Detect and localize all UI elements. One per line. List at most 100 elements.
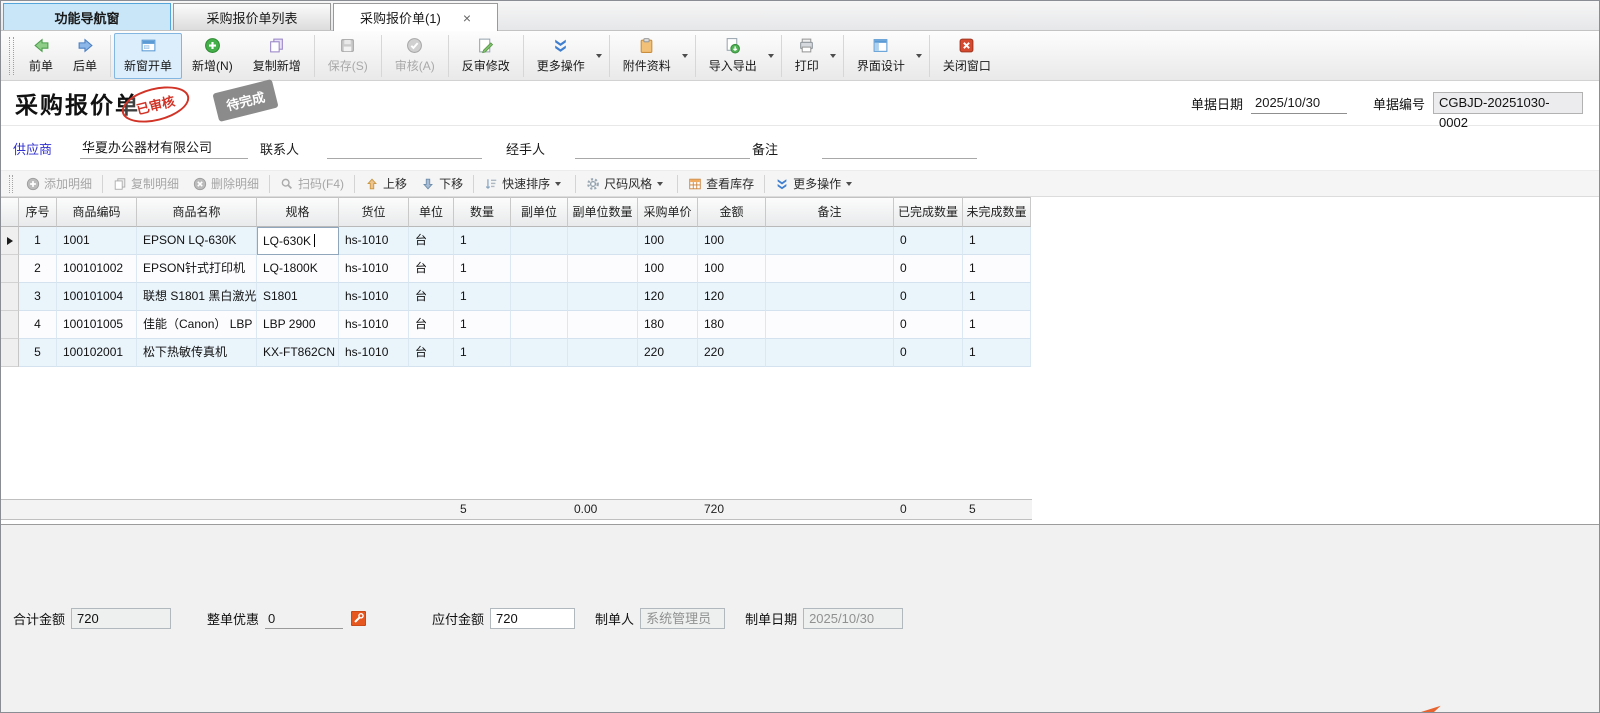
chevron-down-icon[interactable]: [682, 54, 688, 58]
delete-detail-button[interactable]: 删除明细: [186, 171, 266, 196]
column-header[interactable]: 货位: [339, 197, 409, 227]
import-export-button[interactable]: 导入导出: [699, 33, 767, 79]
grid-cell[interactable]: 120: [638, 283, 698, 311]
close-tab-icon[interactable]: ×: [463, 11, 471, 25]
quick-sort-button[interactable]: 快速排序: [477, 171, 572, 196]
grid-cell[interactable]: [511, 255, 568, 283]
grid-cell[interactable]: 0: [894, 255, 963, 283]
column-header[interactable]: 商品编码: [57, 197, 137, 227]
approve-button[interactable]: 审核(A): [385, 33, 445, 79]
column-header[interactable]: 商品名称: [137, 197, 257, 227]
table-row[interactable]: 5100102001松下热敏传真机KX-FT862CNhs-1010台12202…: [1, 339, 1599, 367]
column-header[interactable]: 单位: [409, 197, 454, 227]
grid-cell[interactable]: 台: [409, 255, 454, 283]
chevron-down-icon[interactable]: [916, 54, 922, 58]
grid-cell[interactable]: 100: [638, 255, 698, 283]
grid-cell[interactable]: [766, 311, 894, 339]
grid-cell[interactable]: 5: [19, 339, 57, 367]
grid-cell[interactable]: EPSON LQ-630K: [137, 227, 257, 255]
grid-cell[interactable]: [766, 227, 894, 255]
chevron-down-icon[interactable]: [555, 182, 561, 186]
attachment-button[interactable]: 附件资料: [613, 33, 681, 79]
contact-field[interactable]: [327, 138, 482, 159]
grid-cell[interactable]: LBP 2900: [257, 311, 339, 339]
grid-cell[interactable]: 台: [409, 227, 454, 255]
row-selector[interactable]: [1, 227, 19, 255]
move-up-button[interactable]: 上移: [358, 171, 414, 196]
grid-cell[interactable]: hs-1010: [339, 283, 409, 311]
grid-cell[interactable]: 100: [698, 227, 766, 255]
grid-cell[interactable]: 180: [698, 311, 766, 339]
grid-cell[interactable]: 1: [963, 255, 1031, 283]
grid-cell[interactable]: [568, 255, 638, 283]
grid-cell[interactable]: [511, 227, 568, 255]
chevron-down-icon[interactable]: [846, 182, 852, 186]
column-header[interactable]: 规格: [257, 197, 339, 227]
grid-cell[interactable]: 台: [409, 283, 454, 311]
grid-cell[interactable]: 1: [963, 283, 1031, 311]
grid-cell[interactable]: [511, 311, 568, 339]
grid-cell[interactable]: 100: [698, 255, 766, 283]
grid-cell[interactable]: 1: [454, 283, 511, 311]
grid-cell[interactable]: S1801: [257, 283, 339, 311]
grid-cell[interactable]: 100101002: [57, 255, 137, 283]
grid-cell[interactable]: 220: [698, 339, 766, 367]
column-header[interactable]: 未完成数量: [963, 197, 1031, 227]
grid-cell[interactable]: 2: [19, 255, 57, 283]
table-row[interactable]: 11001EPSON LQ-630KLQ-630Khs-1010台1100100…: [1, 227, 1599, 255]
grid-cell[interactable]: 1: [963, 227, 1031, 255]
copy-add-button[interactable]: 复制新增: [243, 33, 311, 79]
chevron-down-icon[interactable]: [657, 182, 663, 186]
supplier-field[interactable]: 华夏办公器材有限公司: [80, 138, 248, 159]
grid-cell[interactable]: hs-1010: [339, 255, 409, 283]
grid-cell[interactable]: 180: [638, 311, 698, 339]
row-selector[interactable]: [1, 339, 19, 367]
next-doc-button[interactable]: 后单: [63, 33, 107, 79]
tab-nav-panel[interactable]: 功能导航窗: [3, 3, 171, 30]
detail-more-ops-button[interactable]: 更多操作: [768, 171, 863, 196]
grid-cell[interactable]: hs-1010: [339, 311, 409, 339]
table-row[interactable]: 3100101004联想 S1801 黑白激光S1801hs-1010台1120…: [1, 283, 1599, 311]
grid-cell[interactable]: [766, 283, 894, 311]
grid-cell[interactable]: [568, 283, 638, 311]
add-new-button[interactable]: 新增(N): [182, 33, 243, 79]
grid-cell[interactable]: [568, 339, 638, 367]
print-button[interactable]: 打印: [785, 33, 829, 79]
grid-cell[interactable]: 100: [638, 227, 698, 255]
row-selector[interactable]: [1, 255, 19, 283]
tab-quote-list[interactable]: 采购报价单列表: [173, 3, 331, 30]
grid-cell[interactable]: 联想 S1801 黑白激光: [137, 283, 257, 311]
column-header[interactable]: 数量: [454, 197, 511, 227]
grid-cell[interactable]: [568, 227, 638, 255]
handler-field[interactable]: [575, 138, 750, 159]
tab-quote-doc[interactable]: 采购报价单(1) ×: [333, 3, 498, 31]
column-header[interactable]: 金额: [698, 197, 766, 227]
grid-cell[interactable]: [766, 255, 894, 283]
grid-cell[interactable]: [511, 283, 568, 311]
save-button[interactable]: 保存(S): [318, 33, 378, 79]
grid-cell[interactable]: 0: [894, 339, 963, 367]
grid-cell[interactable]: 佳能（Canon） LBP: [137, 311, 257, 339]
grid-cell[interactable]: hs-1010: [339, 227, 409, 255]
close-window-button[interactable]: 关闭窗口: [933, 33, 1001, 79]
order-discount-field[interactable]: 0: [265, 609, 343, 629]
grid-cell[interactable]: [766, 339, 894, 367]
grid-cell[interactable]: 1: [963, 311, 1031, 339]
chevron-down-icon[interactable]: [830, 54, 836, 58]
grid-cell[interactable]: [511, 339, 568, 367]
add-detail-button[interactable]: 添加明细: [19, 171, 99, 196]
table-row[interactable]: 2100101002EPSON针式打印机LQ-1800Khs-1010台1100…: [1, 255, 1599, 283]
size-style-button[interactable]: 尺码风格: [579, 171, 674, 196]
grid-cell[interactable]: LQ-630K: [257, 227, 339, 255]
payable-amount-field[interactable]: 720: [490, 608, 575, 629]
grid-cell[interactable]: 220: [638, 339, 698, 367]
toolbar-grip[interactable]: [9, 37, 14, 75]
doc-date-field[interactable]: 2025/10/30: [1251, 93, 1347, 114]
column-header[interactable]: 备注: [766, 197, 894, 227]
grid-cell[interactable]: 0: [894, 311, 963, 339]
table-row[interactable]: 4100101005佳能（Canon） LBPLBP 2900hs-1010台1…: [1, 311, 1599, 339]
grid-cell[interactable]: EPSON针式打印机: [137, 255, 257, 283]
grid-cell[interactable]: 台: [409, 311, 454, 339]
grid-cell[interactable]: 1: [963, 339, 1031, 367]
column-header[interactable]: 已完成数量: [894, 197, 963, 227]
